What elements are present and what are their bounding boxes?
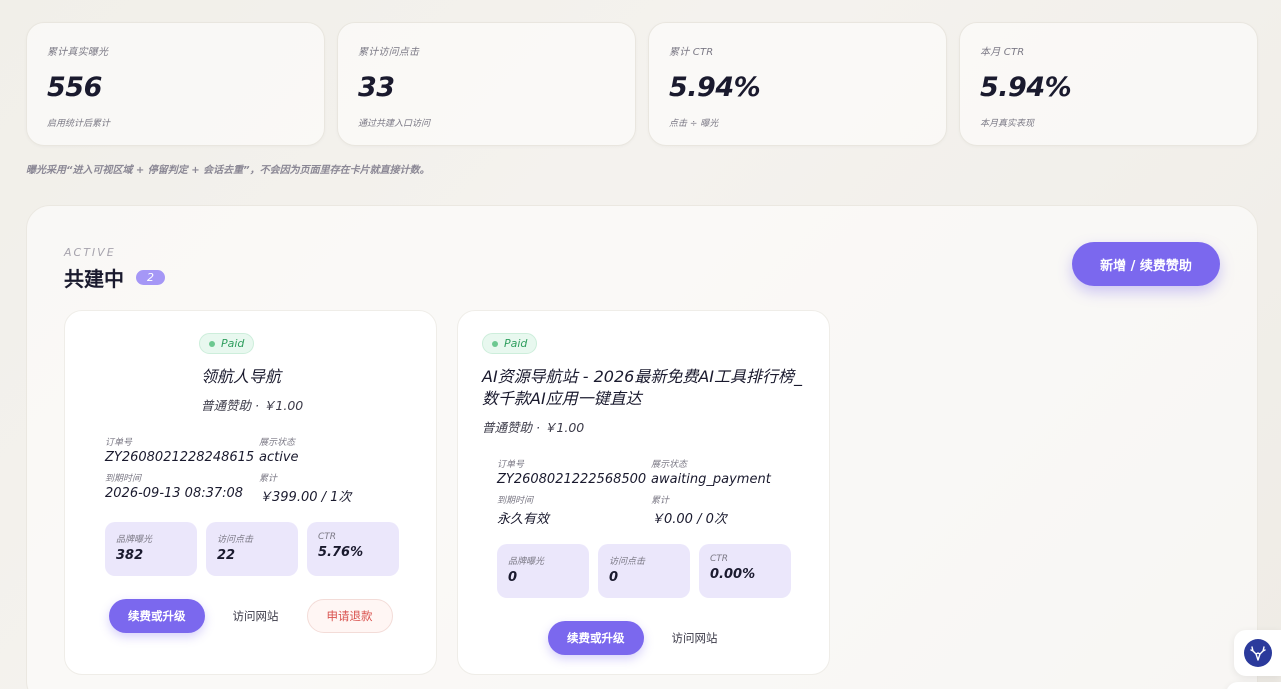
deer-logo-icon <box>1243 639 1272 667</box>
card-actions: 续费或升级 访问网站 <box>548 621 732 655</box>
metric-exposure: 品牌曝光 382 <box>105 522 197 576</box>
stat-value: 33 <box>358 72 395 103</box>
stat-value: 556 <box>47 72 102 103</box>
card-actions: 续费或升级 访问网站 申请退款 <box>109 599 393 633</box>
total-label: 累计 <box>651 496 670 506</box>
total-value: ￥0.00 / 0次 <box>651 512 727 527</box>
status-badge: Paid <box>482 333 538 354</box>
metric-value: 5.76% <box>318 545 364 560</box>
display-status-value: active <box>259 450 299 465</box>
metric-value: 22 <box>217 548 236 563</box>
order-label: 订单号 <box>497 460 525 470</box>
metric-exposure: 品牌曝光 0 <box>497 544 589 598</box>
sponsor-tier: 普通赞助 · ￥1.00 <box>201 398 304 413</box>
request-refund-button[interactable]: 申请退款 <box>306 599 393 633</box>
site-name: 领航人导航 <box>201 367 282 386</box>
stat-card-total-exposure: 累计真实曝光 556 启用统计后累计 <box>26 22 325 146</box>
metric-ctr: CTR 0.00% <box>699 544 791 598</box>
stat-label: 本月 CTR <box>980 47 1025 58</box>
renew-upgrade-button[interactable]: 续费或升级 <box>548 621 644 655</box>
metrics-row: 品牌曝光 0 访问点击 0 CTR 0.00% <box>497 544 791 598</box>
sponsor-tier: 普通赞助 · ￥1.00 <box>482 420 585 435</box>
metric-label: CTR <box>710 554 729 564</box>
status-badge-label: Paid <box>504 337 528 350</box>
metric-label: 品牌曝光 <box>116 535 153 545</box>
metric-value: 382 <box>116 548 144 563</box>
status-dot-icon <box>492 340 498 347</box>
assistant-float-button[interactable] <box>1234 630 1281 676</box>
stat-sub: 启用统计后累计 <box>47 119 111 129</box>
metric-value: 0 <box>609 570 619 585</box>
stat-value: 5.94% <box>980 72 1072 103</box>
stat-value: 5.94% <box>669 72 761 103</box>
metric-label: 访问点击 <box>217 535 254 545</box>
metric-value: 0.00% <box>710 567 756 582</box>
order-number: ZY2608021222568500 <box>497 472 647 487</box>
expire-label: 到期时间 <box>105 474 142 484</box>
sponsor-panel: ACTIVE 共建中 2 新增 / 续费赞助 Paid 领航人导航 普通赞助 ·… <box>26 205 1258 689</box>
stat-label: 累计访问点击 <box>358 47 420 58</box>
display-status-label: 展示状态 <box>259 438 296 448</box>
renew-upgrade-button[interactable]: 续费或升级 <box>109 599 205 633</box>
stat-label: 累计 CTR <box>669 47 714 58</box>
metric-label: CTR <box>318 532 337 542</box>
stat-sub: 点击 ÷ 曝光 <box>669 119 719 129</box>
section-eyebrow: ACTIVE <box>64 246 116 259</box>
section-title-text: 共建中 <box>64 267 124 291</box>
stat-sub: 本月真实表现 <box>980 119 1035 129</box>
section-title: 共建中 2 <box>64 263 165 292</box>
status-badge: Paid <box>199 333 255 354</box>
stat-card-total-clicks: 累计访问点击 33 通过共建入口访问 <box>337 22 636 146</box>
total-label: 累计 <box>259 474 278 484</box>
expire-value: 永久有效 <box>497 512 550 527</box>
stats-row: 累计真实曝光 556 启用统计后累计 累计访问点击 33 通过共建入口访问 累计… <box>26 22 1258 146</box>
metric-value: 0 <box>508 570 518 585</box>
display-status-label: 展示状态 <box>651 460 688 470</box>
order-number: ZY2608021228248615 <box>105 450 255 465</box>
stat-sub: 通过共建入口访问 <box>358 119 431 129</box>
secondary-float-button[interactable] <box>1226 682 1281 689</box>
metric-label: 品牌曝光 <box>508 557 545 567</box>
status-dot-icon <box>209 340 215 347</box>
site-name: AI资源导航站 - 2026最新免费AI工具排行榜_数千款AI应用一键直达 <box>482 367 802 408</box>
visit-site-button[interactable]: 访问网站 <box>658 621 732 655</box>
visit-site-button[interactable]: 访问网站 <box>219 599 293 633</box>
stat-card-month-ctr: 本月 CTR 5.94% 本月真实表现 <box>959 22 1258 146</box>
display-status-value: awaiting_payment <box>651 472 771 487</box>
stat-label: 累计真实曝光 <box>47 47 109 58</box>
metric-clicks: 访问点击 22 <box>206 522 298 576</box>
order-label: 订单号 <box>105 438 133 448</box>
status-badge-label: Paid <box>221 337 245 350</box>
metric-clicks: 访问点击 0 <box>598 544 690 598</box>
metrics-row: 品牌曝光 382 访问点击 22 CTR 5.76% <box>105 522 399 576</box>
order-meta: 订单号 展示状态 ZY2608021222568500 awaiting_pay… <box>497 457 801 531</box>
metric-ctr: CTR 5.76% <box>307 522 399 576</box>
expire-label: 到期时间 <box>497 496 534 506</box>
metric-label: 访问点击 <box>609 557 646 567</box>
stat-card-total-ctr: 累计 CTR 5.94% 点击 ÷ 曝光 <box>648 22 947 146</box>
total-value: ￥399.00 / 1次 <box>259 490 352 505</box>
count-badge: 2 <box>136 270 165 285</box>
sponsor-card: Paid AI资源导航站 - 2026最新免费AI工具排行榜_数千款AI应用一键… <box>457 310 830 675</box>
expire-value: 2026-09-13 08:37:08 <box>105 486 244 501</box>
order-meta: 订单号 展示状态 ZY2608021228248615 active 到期时间 … <box>105 435 409 509</box>
exposure-note: 曝光采用“进入可视区域 + 停留判定 + 会话去重”，不会因为页面里存在卡片就直… <box>26 165 430 176</box>
add-renew-sponsor-button[interactable]: 新增 / 续费赞助 <box>1072 242 1220 286</box>
sponsor-card: Paid 领航人导航 普通赞助 · ￥1.00 订单号 展示状态 ZY26080… <box>64 310 437 675</box>
